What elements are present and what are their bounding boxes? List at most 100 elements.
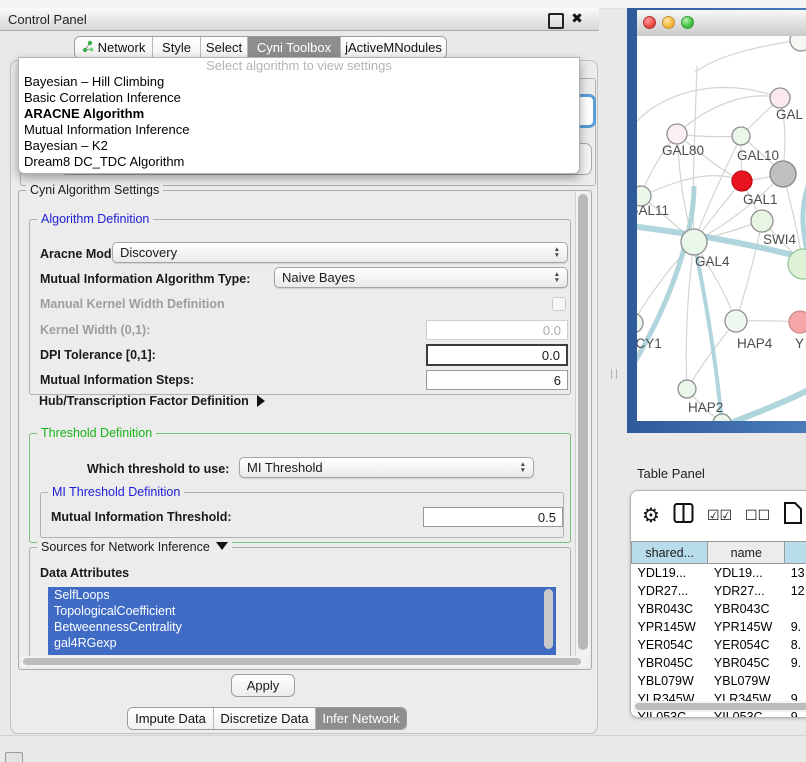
scroll-thumb[interactable] [635,703,806,710]
table-row[interactable]: YBR045CYBR045C9. [632,654,806,672]
table-cell[interactable]: 9. [785,618,806,636]
panel-splitter[interactable] [611,369,617,379]
manual-kernel-checkbox[interactable] [552,297,566,311]
table-row[interactable]: YER054CYER054C8. [632,636,806,654]
mi-threshold-field[interactable]: 0.5 [423,507,563,527]
tab-network[interactable]: Network [75,37,153,58]
network-graph[interactable]: GALGAL80GAL10GAL1GAL11SWI4GAL4GCY1HAP4YH… [637,36,806,421]
table-cell[interactable]: YDL19... [708,564,785,583]
network-node[interactable] [789,311,806,333]
table-cell[interactable]: 13 [785,564,806,583]
table-row[interactable]: YDL19...YDL19...13 [632,564,806,583]
table-cell[interactable]: YBL079W [632,672,708,690]
table-cell[interactable]: YDL19... [632,564,708,583]
network-edge[interactable] [686,242,694,389]
table-cell[interactable]: YPR145W [708,618,785,636]
tab-infer-network[interactable]: Infer Network [316,708,406,729]
column-header[interactable] [785,542,806,564]
table-cell[interactable]: YER054C [632,636,708,654]
network-canvas[interactable]: GALGAL80GAL10GAL1GAL11SWI4GAL4GCY1HAP4YH… [637,36,806,421]
network-edge[interactable] [736,221,762,321]
table-cell[interactable] [785,600,806,618]
table-cell[interactable]: YDR27... [632,582,708,600]
minimized-panel-icon[interactable] [5,752,23,762]
table-cell[interactable]: YBR045C [708,654,785,672]
which-threshold-combo[interactable]: MI Threshold ▲▼ [239,457,534,478]
tab-discretize-data[interactable]: Discretize Data [214,708,316,729]
network-node[interactable] [678,380,696,398]
split-columns-icon[interactable] [673,502,694,529]
dpi-tolerance-field[interactable]: 0.0 [426,344,568,366]
network-node[interactable] [681,229,707,255]
table-cell[interactable]: YBL079W [708,672,785,690]
network-node[interactable] [637,313,643,333]
table-cell[interactable]: 9. [785,654,806,672]
table-horizontal-scrollbar[interactable] [633,701,806,712]
table-cell[interactable]: 8. [785,636,806,654]
close-icon[interactable]: ✖ [569,10,585,26]
attr-list-scrollbar[interactable] [544,589,553,649]
node-table[interactable]: shared...nameYDL19...YDL19...13YDR27...Y… [631,541,806,718]
algorithm-option[interactable]: Basic Correlation Inference [19,90,579,106]
tab-select[interactable]: Select [201,37,248,58]
network-edge[interactable] [637,87,780,128]
settings-horizontal-scrollbar[interactable] [21,656,588,667]
column-header[interactable]: name [708,542,785,564]
scroll-thumb[interactable] [578,194,588,650]
network-edge[interactable] [677,96,780,134]
network-node[interactable] [790,36,806,51]
tab-jactivemnodules[interactable]: jActiveMNodules [341,37,446,58]
table-row[interactable]: YBL079WYBL079W [632,672,806,690]
table-row[interactable]: YBR043CYBR043C [632,600,806,618]
column-header[interactable]: shared... [632,542,708,564]
network-node[interactable] [713,414,731,421]
table-cell[interactable]: YER054C [708,636,785,654]
minimize-light[interactable] [662,16,675,29]
tab-impute-data[interactable]: Impute Data [128,708,214,729]
checked-pair-icon[interactable]: ☑☑ [707,507,732,524]
kernel-width-field[interactable]: 0.0 [426,320,568,340]
page-icon[interactable] [783,501,803,530]
algorithm-option[interactable]: Bayesian – Hill Climbing [19,74,579,90]
table-cell[interactable]: 12 [785,582,806,600]
tab-style[interactable]: Style [153,37,201,58]
network-node[interactable] [751,210,773,232]
gear-icon[interactable]: ⚙ [642,503,660,528]
table-row[interactable]: YPR145WYPR145W9. [632,618,806,636]
table-cell[interactable]: YPR145W [632,618,708,636]
table-cell[interactable] [785,672,806,690]
network-window-titlebar[interactable] [637,10,806,37]
table-cell[interactable]: YBR045C [632,654,708,672]
sources-group-title[interactable]: Sources for Network Inference [37,540,232,554]
data-attribute-item[interactable]: BetweennessCentrality [48,619,556,635]
mi-steps-field[interactable]: 6 [426,370,568,390]
tab-cyni-toolbox[interactable]: Cyni Toolbox [248,37,341,58]
algorithm-option[interactable]: Mutual Information Inference [19,122,579,138]
network-edge-highlighted[interactable] [719,388,806,421]
table-cell[interactable]: YDR27... [708,582,785,600]
table-cell[interactable]: YBR043C [708,600,785,618]
network-node[interactable] [667,124,687,144]
network-node[interactable] [732,171,752,191]
data-attribute-item[interactable]: gal4RGexp [48,635,556,651]
settings-vertical-scrollbar[interactable] [575,192,590,656]
algorithm-option[interactable]: Dream8 DC_TDC Algorithm [19,154,579,170]
scroll-thumb[interactable] [23,658,581,665]
network-node[interactable] [732,127,750,145]
network-edge[interactable] [695,40,801,72]
aracne-mode-combo[interactable]: Discovery ▲▼ [112,242,568,263]
unchecked-pair-icon[interactable]: ☐☐ [745,507,770,524]
data-attributes-list[interactable]: SelfLoopsTopologicalCoefficientBetweenne… [48,587,556,655]
mi-type-combo[interactable]: Naive Bayes ▲▼ [274,267,568,288]
hub-definition-toggle[interactable]: Hub/Transcription Factor Definition [39,394,265,408]
algorithm-option[interactable]: ARACNE Algorithm [19,106,579,122]
zoom-light[interactable] [681,16,694,29]
network-node[interactable] [770,161,796,187]
close-light[interactable] [643,16,656,29]
data-attribute-item[interactable]: SelfLoops [48,587,556,603]
float-icon[interactable] [548,13,564,29]
network-node[interactable] [725,310,747,332]
algorithm-option[interactable]: Bayesian – K2 [19,138,579,154]
table-row[interactable]: YDR27...YDR27...12 [632,582,806,600]
node-table-grid[interactable]: shared...nameYDL19...YDL19...13YDR27...Y… [631,541,806,718]
